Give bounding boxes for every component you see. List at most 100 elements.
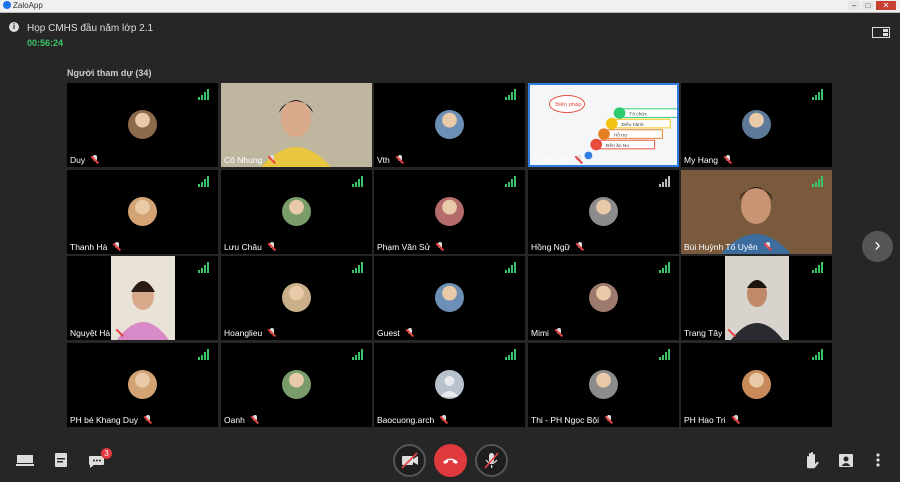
participant-name: Duy [70,155,99,165]
slide-step: Tổ chức [629,111,647,118]
participant-avatar [435,283,464,312]
hang-up-icon [443,458,458,464]
screen-share-button[interactable] [10,445,40,475]
muted-mic-icon [116,328,124,337]
signal-strength-icon [352,176,364,187]
muted-mic-icon [732,415,740,424]
participant-tile[interactable]: Mimi [528,256,679,340]
signal-strength-icon [198,89,210,100]
participant-tile[interactable]: Guest [374,256,525,340]
end-call-button[interactable] [434,444,467,477]
participant-avatar [589,197,618,226]
notes-icon [55,453,67,467]
participant-tile[interactable]: Hồng Ngữ [528,170,679,254]
participant-name: PH bé Khang Duy [70,415,152,425]
more-options-button[interactable] [863,445,893,475]
info-icon[interactable]: i [9,22,19,32]
close-button[interactable]: ✕ [876,1,896,10]
participant-grid: Duy Cô Nhung Vth Biện pháp Đến ăn No Hỗ trợ Đi… [67,83,834,427]
notes-button[interactable] [46,445,76,475]
participant-tile[interactable]: Baocuong.arch [374,343,525,427]
mic-off-icon [484,452,499,469]
participant-tile[interactable]: Duy [67,83,218,167]
layout-toggle-icon[interactable] [872,27,890,38]
signal-strength-icon [505,262,517,273]
participant-name: Cô Nhung [531,155,583,165]
participants-icon [839,454,853,467]
participant-avatar [589,283,618,312]
participant-tile[interactable]: My Hang [681,83,832,167]
muted-mic-icon [605,415,613,424]
participant-tile[interactable]: Biện pháp Đến ăn No Hỗ trợ Điều hành Tổ chức… [528,83,679,167]
mic-toggle-button[interactable] [475,444,508,477]
participant-name: Oanh [224,415,259,425]
participant-tile[interactable]: Thanh Hà [67,170,218,254]
muted-mic-icon [268,242,276,251]
participant-tile[interactable]: Hoanglieu [221,256,372,340]
minimize-button[interactable]: – [848,1,860,10]
participant-name: Guest [377,328,414,338]
participant-tile[interactable]: Vth [374,83,525,167]
participant-name: Trang Tây [684,328,736,338]
signal-strength-icon [505,176,517,187]
participant-avatar [282,370,311,399]
muted-mic-icon [251,415,259,424]
muted-mic-icon [396,155,404,164]
participant-name: Phạm Văn Sử [377,242,444,252]
participant-name: Hoanglieu [224,328,276,338]
participant-name: Nguyệt Hà [70,328,124,338]
participant-avatar [128,197,157,226]
participant-tile[interactable]: Bùi Huỳnh Tố Uyên [681,170,832,254]
participant-name: Cô Nhung [224,155,276,165]
muted-mic-icon [91,155,99,164]
participant-tile[interactable]: Oanh [221,343,372,427]
participant-tile[interactable]: Thi - PH Ngọc Bội [528,343,679,427]
camera-toggle-button[interactable] [393,444,426,477]
muted-mic-icon [406,328,414,337]
participant-name: Mimi [531,328,563,338]
participant-tile[interactable]: Cô Nhung [221,83,372,167]
muted-mic-icon [144,415,152,424]
chat-badge: 3 [101,448,112,459]
muted-mic-icon [728,328,736,337]
signal-strength-icon [505,349,517,360]
muted-mic-icon [575,155,583,164]
more-icon [876,453,880,467]
title-bar: ZaloApp – □ ✕ [0,0,900,13]
participant-tile[interactable]: Trang Tây [681,256,832,340]
signal-strength-icon [505,89,517,100]
participant-tile[interactable]: Lưu Châu [221,170,372,254]
app-title: ZaloApp [3,0,43,12]
participant-name: Thi - PH Ngọc Bội [531,415,613,425]
participant-tile[interactable]: PH bé Khang Duy [67,343,218,427]
signal-strength-icon [198,176,210,187]
meeting-timer: 00:56:24 [27,38,64,48]
next-page-button[interactable]: › [862,231,893,262]
signal-strength-icon [812,262,824,273]
participant-name: Bùi Huỳnh Tố Uyên [684,242,772,252]
participant-tile[interactable]: Nguyệt Hà [67,256,218,340]
muted-mic-icon [724,155,732,164]
participant-avatar [742,110,771,139]
raise-hand-button[interactable] [796,445,826,475]
participants-button[interactable] [831,445,861,475]
participant-tile[interactable]: PH Hao Tri [681,343,832,427]
muted-mic-icon [555,328,563,337]
participant-name: My Hang [684,155,732,165]
participant-avatar [589,370,618,399]
muted-mic-icon [764,242,772,251]
muted-mic-icon [576,242,584,251]
signal-strength-icon [659,262,671,273]
signal-strength-icon [812,349,824,360]
screen-share-icon [16,455,34,466]
muted-mic-icon [268,155,276,164]
signal-strength-icon [352,262,364,273]
slide-step: Đến ăn No [606,143,630,149]
participant-name: Vth [377,155,404,165]
default-avatar-icon [435,370,464,399]
participant-tile[interactable]: Phạm Văn Sử [374,170,525,254]
participant-name: Lưu Châu [224,242,276,252]
maximize-button[interactable]: □ [862,1,874,10]
muted-mic-icon [268,328,276,337]
camera-off-icon [401,452,418,469]
